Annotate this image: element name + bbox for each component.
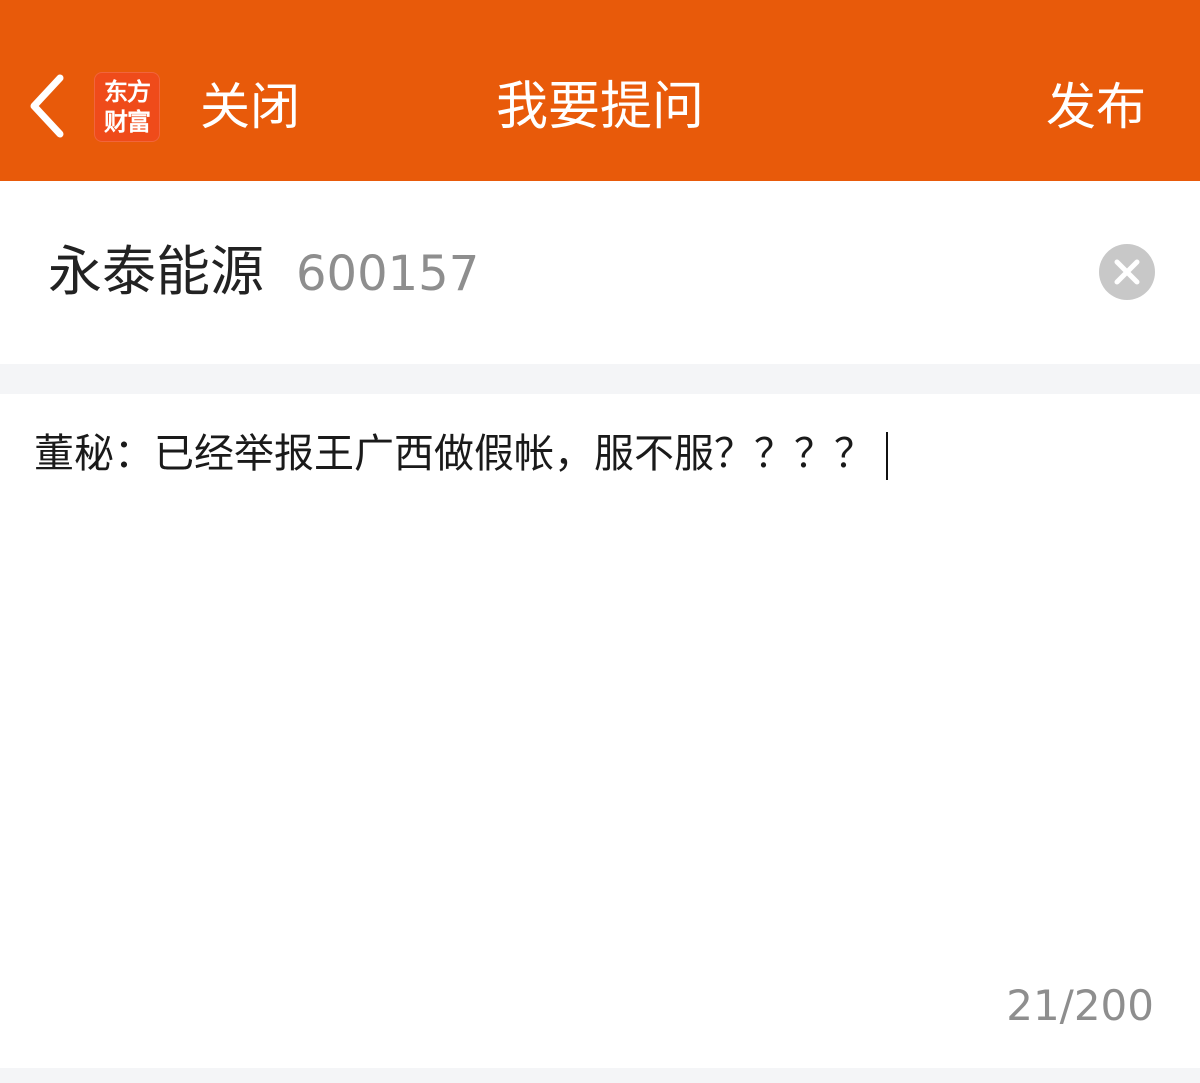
stock-name: 永泰能源 — [48, 240, 264, 303]
stock-selector[interactable]: 永泰能源 600157 — [0, 181, 1200, 364]
character-counter: 21/200 — [1006, 981, 1154, 1030]
logo-text-line1: 东方 — [104, 77, 151, 106]
question-input-text: 董秘：已经举报王广西做假帐，服不服？？？？ — [34, 424, 888, 484]
chevron-left-icon — [30, 74, 64, 138]
text-cursor — [886, 432, 888, 480]
app-logo-icon[interactable]: 东方 财富 — [94, 72, 160, 142]
page-title: 我要提问 — [495, 77, 704, 137]
section-divider — [0, 364, 1200, 394]
ask-question-page: 东方 财富 关闭 我要提问 发布 永泰能源 600157 董秘：已经举报王广西做… — [0, 0, 1200, 1083]
question-textarea[interactable]: 董秘：已经举报王广西做假帐，服不服？？？？ 21/200 — [0, 394, 1200, 1068]
top-bar: 东方 财富 关闭 我要提问 发布 — [0, 0, 1200, 181]
logo-text-line2: 财富 — [104, 107, 151, 136]
question-value: 董秘：已经举报王广西做假帐，服不服？？？？ — [34, 431, 874, 477]
close-button[interactable]: 关闭 — [200, 76, 300, 138]
stock-code: 600157 — [296, 246, 480, 302]
publish-button[interactable]: 发布 — [1046, 76, 1146, 138]
clear-stock-button[interactable] — [1099, 244, 1155, 300]
back-button[interactable] — [22, 70, 76, 142]
bottom-divider — [0, 1068, 1200, 1083]
close-circle-icon — [1114, 259, 1140, 285]
